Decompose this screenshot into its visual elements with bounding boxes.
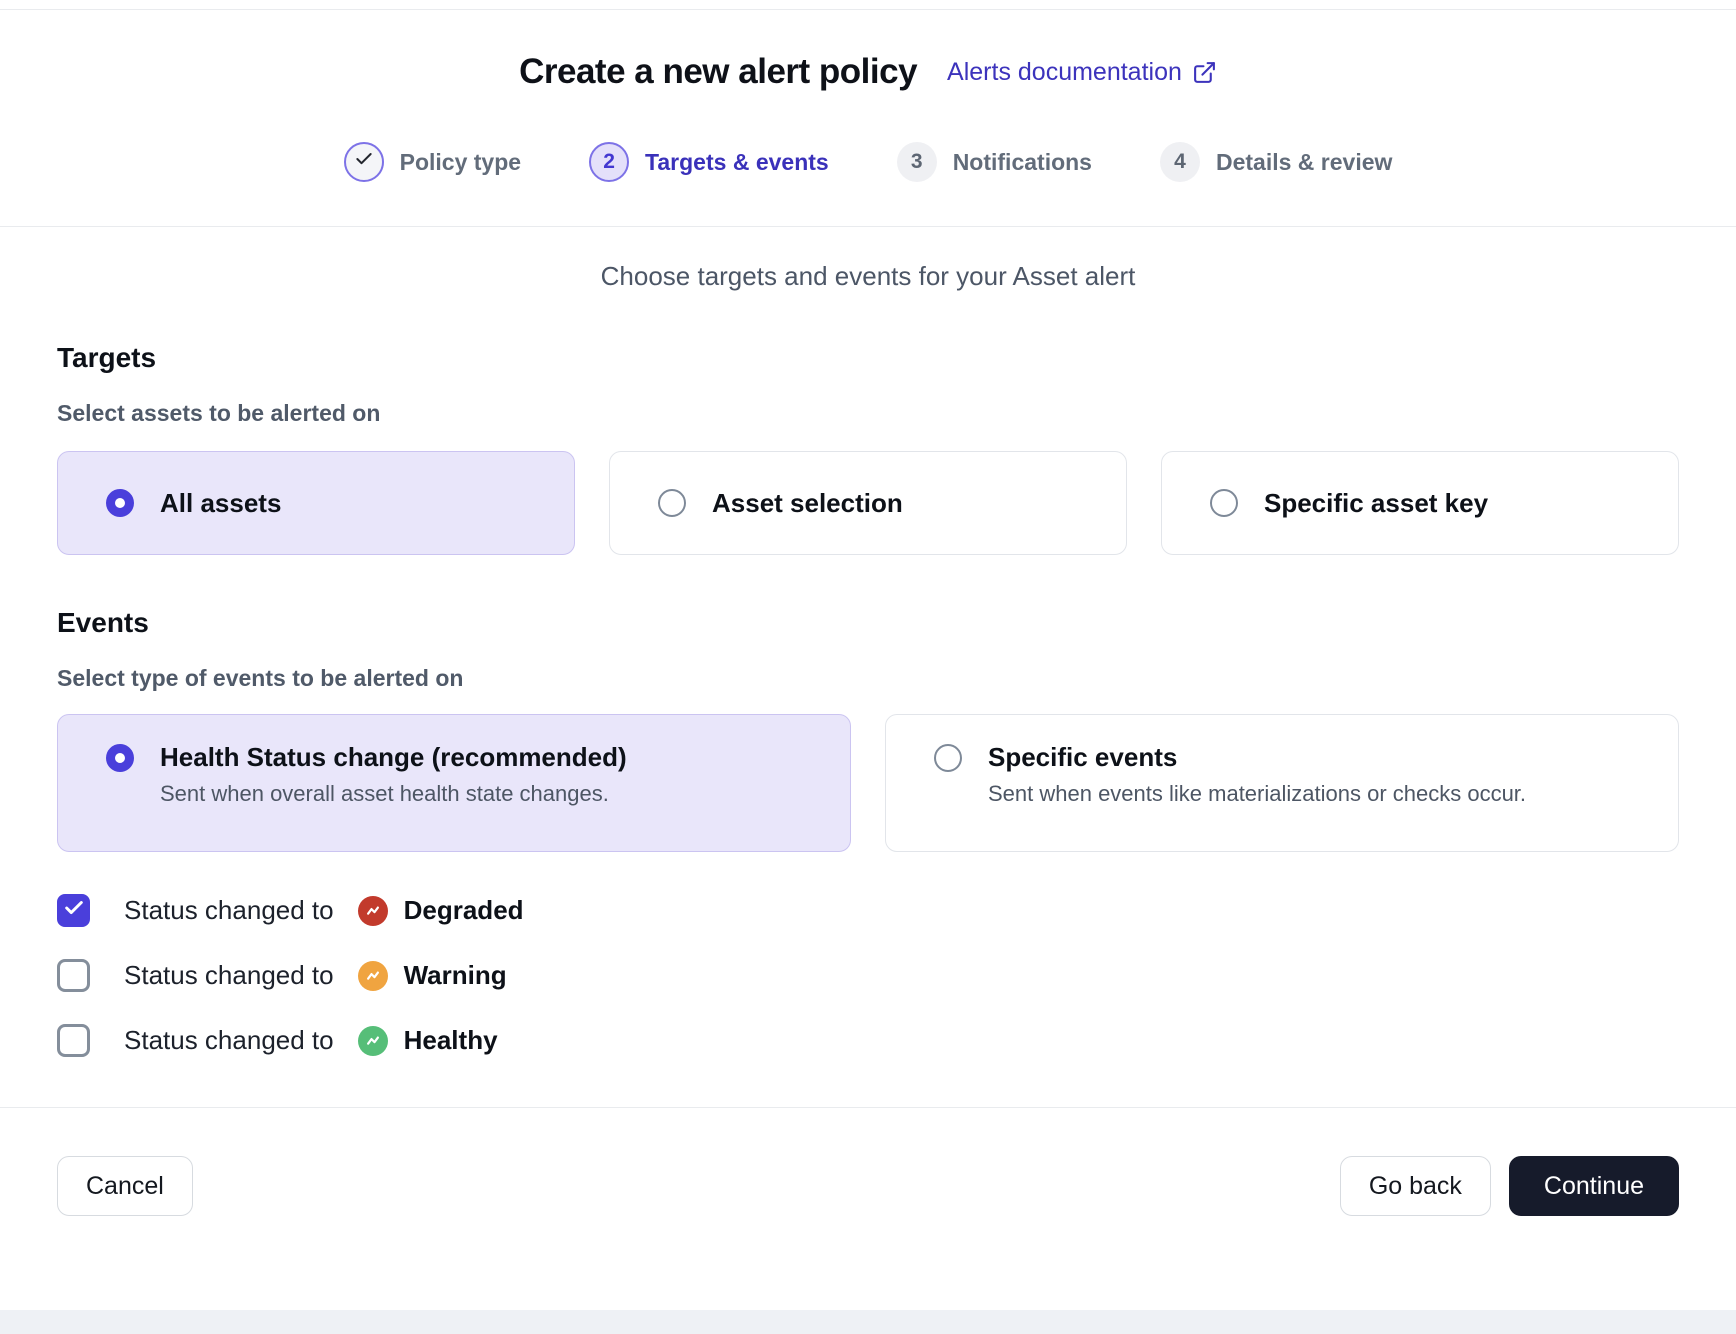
- option-label: All assets: [160, 488, 281, 519]
- stepper: Policy type 2 Targets & events 3 Notific…: [0, 142, 1736, 182]
- external-link-icon: [1192, 60, 1217, 85]
- check-icon: [63, 897, 85, 924]
- status-name: Degraded: [404, 895, 524, 926]
- status-prefix: Status changed to: [124, 960, 334, 991]
- step-label: Notifications: [953, 149, 1092, 176]
- option-label: Health Status change (recommended): [160, 742, 627, 773]
- step-notifications[interactable]: 3 Notifications: [897, 142, 1092, 182]
- target-option-specific-asset-key[interactable]: Specific asset key: [1161, 451, 1679, 555]
- status-prefix: Status changed to: [124, 1025, 334, 1056]
- cancel-button[interactable]: Cancel: [57, 1156, 193, 1216]
- step-number: 2: [589, 142, 629, 182]
- targets-heading: Targets: [57, 342, 1679, 374]
- step-policy-type[interactable]: Policy type: [344, 142, 521, 182]
- step-subtitle: Choose targets and events for your Asset…: [0, 261, 1736, 292]
- checkbox-degraded[interactable]: [57, 894, 90, 927]
- alerts-documentation-link[interactable]: Alerts documentation: [947, 58, 1217, 87]
- event-option-texts: Health Status change (recommended) Sent …: [160, 742, 627, 807]
- option-label: Specific events: [988, 742, 1526, 773]
- status-row-healthy[interactable]: Status changed to Healthy: [57, 1024, 1679, 1057]
- check-icon: [354, 149, 374, 175]
- step-label: Details & review: [1216, 149, 1392, 176]
- target-option-all-assets[interactable]: All assets: [57, 451, 575, 555]
- degraded-trend-line-icon: [358, 896, 388, 926]
- dialog-header: Create a new alert policy Alerts documen…: [0, 52, 1736, 92]
- events-heading: Events: [57, 607, 1679, 639]
- event-options: Health Status change (recommended) Sent …: [57, 714, 1679, 852]
- alerts-documentation-label: Alerts documentation: [947, 58, 1182, 87]
- checkbox-warning[interactable]: [57, 959, 90, 992]
- step-targets-events[interactable]: 2 Targets & events: [589, 142, 829, 182]
- healthy-trend-line-icon: [358, 1026, 388, 1056]
- continue-button[interactable]: Continue: [1509, 1156, 1679, 1216]
- footer-actions: Go back Continue: [1340, 1156, 1679, 1216]
- event-option-texts: Specific events Sent when events like ma…: [988, 742, 1526, 807]
- dialog-footer: Cancel Go back Continue: [0, 1108, 1736, 1216]
- create-alert-policy-dialog: Create a new alert policy Alerts documen…: [0, 0, 1736, 1334]
- status-change-checkboxes: Status changed to Degraded Status change…: [57, 894, 1679, 1057]
- status-row-degraded[interactable]: Status changed to Degraded: [57, 894, 1679, 927]
- header-divider: [0, 226, 1736, 227]
- radio-all-assets[interactable]: [106, 489, 134, 517]
- step-details-review[interactable]: 4 Details & review: [1160, 142, 1392, 182]
- radio-asset-selection[interactable]: [658, 489, 686, 517]
- event-option-specific-events[interactable]: Specific events Sent when events like ma…: [885, 714, 1679, 852]
- top-divider: [0, 9, 1736, 10]
- status-row-warning[interactable]: Status changed to Warning: [57, 959, 1679, 992]
- option-label: Asset selection: [712, 488, 903, 519]
- radio-health-status-change[interactable]: [106, 744, 134, 772]
- step-label: Policy type: [400, 149, 521, 176]
- page-background-strip: [0, 1310, 1736, 1334]
- targets-subheading: Select assets to be alerted on: [57, 400, 1679, 427]
- events-subheading: Select type of events to be alerted on: [57, 665, 1679, 692]
- status-name: Warning: [404, 960, 507, 991]
- step-number: 3: [897, 142, 937, 182]
- step-complete-circle: [344, 142, 384, 182]
- go-back-button[interactable]: Go back: [1340, 1156, 1491, 1216]
- option-description: Sent when events like materializations o…: [988, 781, 1526, 807]
- status-name: Healthy: [404, 1025, 498, 1056]
- targets-events-form: Targets Select assets to be alerted on A…: [0, 342, 1736, 1057]
- status-prefix: Status changed to: [124, 895, 334, 926]
- step-number: 4: [1160, 142, 1200, 182]
- checkbox-healthy[interactable]: [57, 1024, 90, 1057]
- option-description: Sent when overall asset health state cha…: [160, 781, 627, 807]
- radio-specific-events[interactable]: [934, 744, 962, 772]
- radio-specific-asset-key[interactable]: [1210, 489, 1238, 517]
- page-title: Create a new alert policy: [519, 52, 917, 92]
- target-option-asset-selection[interactable]: Asset selection: [609, 451, 1127, 555]
- option-label: Specific asset key: [1264, 488, 1488, 519]
- warning-trend-line-icon: [358, 961, 388, 991]
- target-options: All assets Asset selection Specific asse…: [57, 451, 1679, 555]
- step-label: Targets & events: [645, 149, 829, 176]
- event-option-health-status-change[interactable]: Health Status change (recommended) Sent …: [57, 714, 851, 852]
